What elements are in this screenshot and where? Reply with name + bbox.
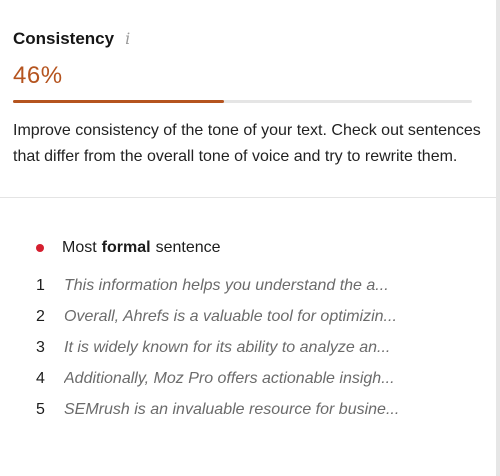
- title-row: Consistency i: [13, 28, 496, 50]
- sentence-text: SEMrush is an invaluable resource for bu…: [64, 400, 400, 418]
- sentence-item[interactable]: 5 SEMrush is an invaluable resource for …: [36, 394, 500, 425]
- formal-sentences-header: Most formal sentence: [36, 236, 500, 260]
- consistency-score: 46%: [13, 62, 63, 89]
- sentence-text: It is widely known for its ability to an…: [64, 338, 391, 356]
- sentence-number: 5: [36, 400, 45, 418]
- info-icon[interactable]: i: [125, 31, 130, 47]
- header-suffix: sentence: [155, 239, 221, 256]
- header-bold: formal: [101, 239, 151, 256]
- sentence-text: This information helps you understand th…: [64, 276, 389, 294]
- sentence-text: Overall, Ahrefs is a valuable tool for o…: [64, 307, 397, 325]
- header-prefix: Most: [62, 239, 97, 256]
- consistency-panel: Consistency i 46% Improve consistency of…: [0, 0, 500, 476]
- sentence-number: 2: [36, 307, 45, 325]
- sentence-item[interactable]: 1 This information helps you understand …: [36, 270, 500, 301]
- consistency-title: Consistency: [13, 29, 115, 48]
- sentence-item[interactable]: 4 Additionally, Moz Pro offers actionabl…: [36, 363, 500, 394]
- panel-scroll-edge: [496, 0, 500, 476]
- status-dot-icon: [36, 244, 44, 252]
- formal-sentences-section: Most formal sentence 1 This information …: [0, 198, 500, 425]
- sentence-item[interactable]: 3 It is widely known for its ability to …: [36, 332, 500, 363]
- formal-sentences-list: 1 This information helps you understand …: [36, 270, 500, 425]
- consistency-progress-bar: [13, 100, 472, 103]
- sentence-text: Additionally, Moz Pro offers actionable …: [64, 369, 395, 387]
- sentence-number: 4: [36, 369, 45, 387]
- sentence-number: 1: [36, 276, 45, 294]
- consistency-summary: Consistency i 46% Improve consistency of…: [0, 0, 496, 198]
- sentence-item[interactable]: 2 Overall, Ahrefs is a valuable tool for…: [36, 301, 500, 332]
- sentence-number: 3: [36, 338, 45, 356]
- consistency-description: Improve consistency of the tone of your …: [13, 122, 481, 165]
- consistency-progress-fill: [13, 100, 225, 103]
